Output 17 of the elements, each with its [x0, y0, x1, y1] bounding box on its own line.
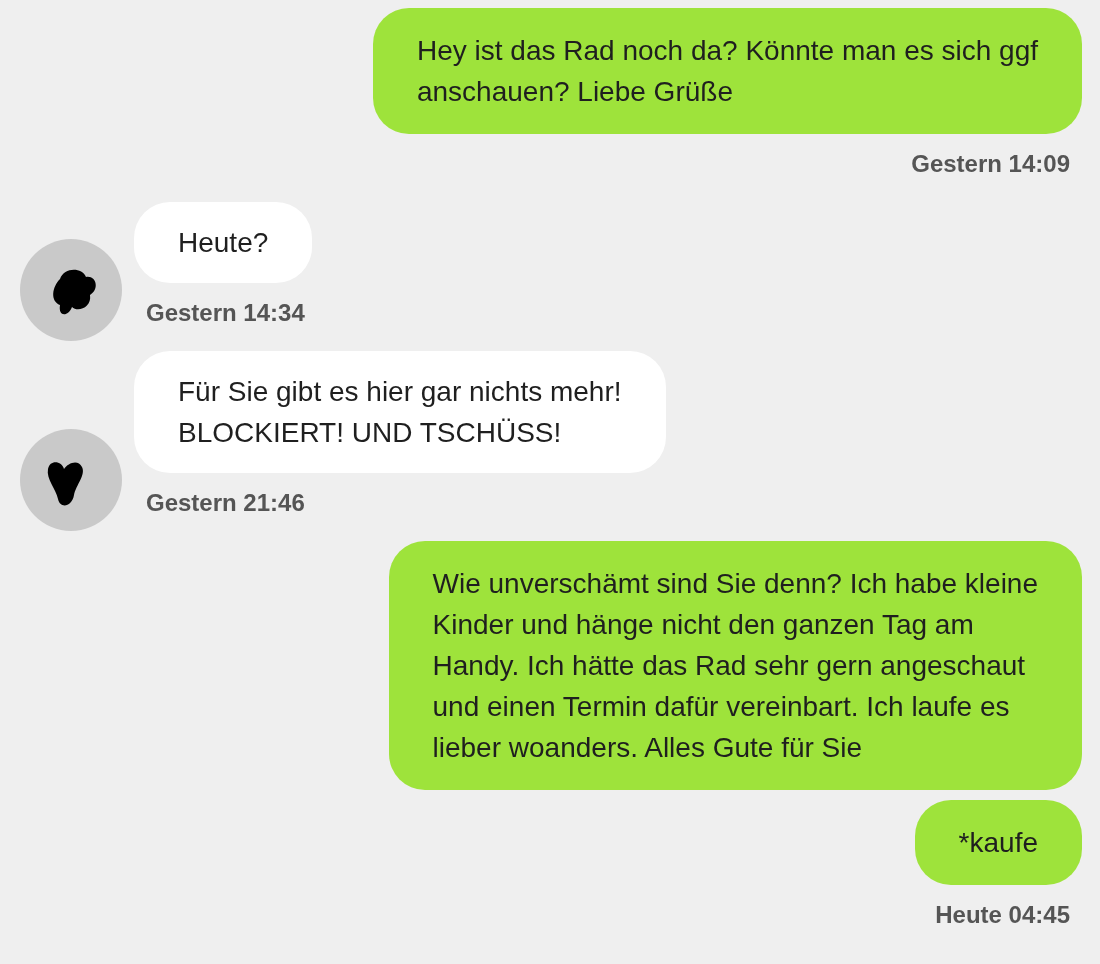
timestamp: Heute 04:45 — [935, 900, 1070, 930]
timestamp: Gestern 14:34 — [146, 298, 305, 328]
message-text: Kinder und hänge nicht den ganzen Tag am — [432, 608, 975, 642]
message-text: lieber woanders. Alles Gute für Sie — [432, 731, 864, 765]
message-text: BLOCKIERT! UND TSCHÜSS! — [178, 416, 563, 450]
message-text: *kaufe — [958, 826, 1038, 860]
timestamp: Gestern 14:09 — [911, 149, 1070, 179]
avatar-icon — [20, 429, 122, 531]
message-text: Wie unverschämt sind Sie denn? Ich habe kleine — [432, 567, 1038, 601]
message-text: Für Sie gibt es hier gar nichts mehr! — [178, 375, 622, 409]
message-text: Heute? — [178, 226, 269, 260]
timestamp: Gestern 21:46 — [146, 488, 305, 518]
message-text: anschauen? Liebe Grüße — [416, 75, 734, 109]
message-text: Hey ist das Rad noch da? Könnte man es sich ggf — [416, 34, 1038, 68]
avatar-icon — [20, 239, 122, 341]
message-text: und einen Termin dafür vereinbart. Ich laufe es — [432, 690, 1011, 724]
message-text: Handy. Ich hätte das Rad sehr gern angeschaut — [432, 649, 1027, 683]
